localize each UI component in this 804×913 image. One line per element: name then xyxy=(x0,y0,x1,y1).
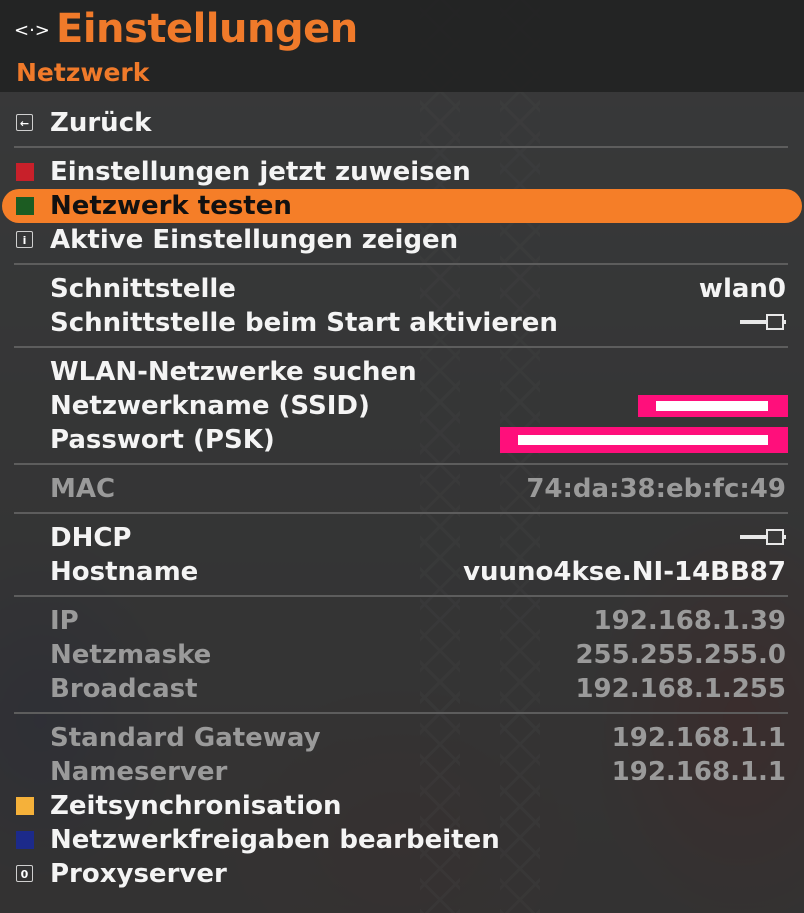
interface-on-start-toggle[interactable] xyxy=(740,314,786,330)
dhcp-row[interactable]: DHCP xyxy=(0,521,804,555)
mac-row: MAC 74:da:38:eb:fc:49 xyxy=(0,472,804,506)
ssid-row[interactable]: Netzwerkname (SSID) xyxy=(0,389,804,423)
hostname-row[interactable]: Hostname vuuno4kse.NI-14BB87 xyxy=(0,555,804,589)
wlan-search-item[interactable]: WLAN-Netzwerke suchen xyxy=(0,355,804,389)
page-title: Einstellungen xyxy=(56,6,358,52)
mac-value: 74:da:38:eb:fc:49 xyxy=(526,474,786,504)
back-arrow-icon: ← xyxy=(16,114,33,131)
network-shares-item[interactable]: Netzwerkfreigaben bearbeiten xyxy=(0,823,804,857)
divider xyxy=(14,595,788,597)
interface-label: Schnittstelle xyxy=(50,274,236,304)
apply-label: Einstellungen jetzt zuweisen xyxy=(50,157,471,187)
test-network-item[interactable]: Netzwerk testen xyxy=(2,189,802,223)
apply-settings-item[interactable]: Einstellungen jetzt zuweisen xyxy=(0,155,804,189)
gateway-value: 192.168.1.1 xyxy=(611,723,786,753)
broadcast-row: Broadcast 192.168.1.255 xyxy=(0,672,804,706)
dhcp-label: DHCP xyxy=(50,523,132,553)
netmask-value: 255.255.255.0 xyxy=(575,640,786,670)
ip-row: IP 192.168.1.39 xyxy=(0,604,804,638)
divider xyxy=(14,463,788,465)
mac-label: MAC xyxy=(50,474,116,504)
interface-on-start-label: Schnittstelle beim Start aktivieren xyxy=(50,308,558,338)
gateway-label: Standard Gateway xyxy=(50,723,321,753)
back-label: Zurück xyxy=(50,108,152,138)
psk-label: Passwort (PSK) xyxy=(50,425,275,455)
divider xyxy=(14,146,788,148)
psk-row[interactable]: Passwort (PSK) xyxy=(0,423,804,457)
proxy-server-label: Proxyserver xyxy=(50,859,227,889)
interface-row[interactable]: Schnittstelle wlan0 xyxy=(0,272,804,306)
header: <·> Einstellungen Netzwerk xyxy=(0,0,804,92)
page-subtitle: Netzwerk xyxy=(16,58,150,87)
nameserver-row: Nameserver 192.168.1.1 xyxy=(0,755,804,789)
nameserver-label: Nameserver xyxy=(50,757,228,787)
wlan-search-label: WLAN-Netzwerke suchen xyxy=(50,357,417,387)
green-key-icon xyxy=(16,197,34,215)
move-icon: <·> xyxy=(14,20,50,41)
zero-key-icon: 0 xyxy=(16,865,33,882)
interface-on-start-row[interactable]: Schnittstelle beim Start aktivieren xyxy=(0,306,804,340)
divider xyxy=(14,263,788,265)
proxy-server-item[interactable]: 0 Proxyserver xyxy=(0,857,804,891)
ssid-redacted-value xyxy=(638,395,788,417)
psk-redacted-value xyxy=(500,427,788,453)
hostname-value: vuuno4kse.NI-14BB87 xyxy=(463,557,786,587)
nameserver-value: 192.168.1.1 xyxy=(611,757,786,787)
info-key-icon: i xyxy=(16,231,33,248)
network-shares-label: Netzwerkfreigaben bearbeiten xyxy=(50,825,500,855)
time-sync-label: Zeitsynchronisation xyxy=(50,791,342,821)
back-menu-item[interactable]: ← Zurück xyxy=(0,106,804,140)
gateway-row: Standard Gateway 192.168.1.1 xyxy=(0,721,804,755)
divider xyxy=(14,512,788,514)
ip-label: IP xyxy=(50,606,79,636)
dhcp-toggle[interactable] xyxy=(740,529,786,545)
broadcast-label: Broadcast xyxy=(50,674,198,704)
broadcast-value: 192.168.1.255 xyxy=(575,674,786,704)
divider xyxy=(14,712,788,714)
hostname-label: Hostname xyxy=(50,557,199,587)
settings-panel: <·> Einstellungen Netzwerk ← Zurück Eins… xyxy=(0,0,804,913)
ssid-label: Netzwerkname (SSID) xyxy=(50,391,370,421)
show-active-settings-item[interactable]: i Aktive Einstellungen zeigen xyxy=(0,223,804,257)
netmask-row: Netzmaske 255.255.255.0 xyxy=(0,638,804,672)
blue-key-icon xyxy=(16,831,34,849)
netmask-label: Netzmaske xyxy=(50,640,212,670)
red-key-icon xyxy=(16,163,34,181)
show-active-label: Aktive Einstellungen zeigen xyxy=(50,225,459,255)
interface-value: wlan0 xyxy=(698,274,786,304)
divider xyxy=(14,346,788,348)
time-sync-item[interactable]: Zeitsynchronisation xyxy=(0,789,804,823)
ip-value: 192.168.1.39 xyxy=(593,606,786,636)
yellow-key-icon xyxy=(16,797,34,815)
test-network-label: Netzwerk testen xyxy=(50,191,292,221)
